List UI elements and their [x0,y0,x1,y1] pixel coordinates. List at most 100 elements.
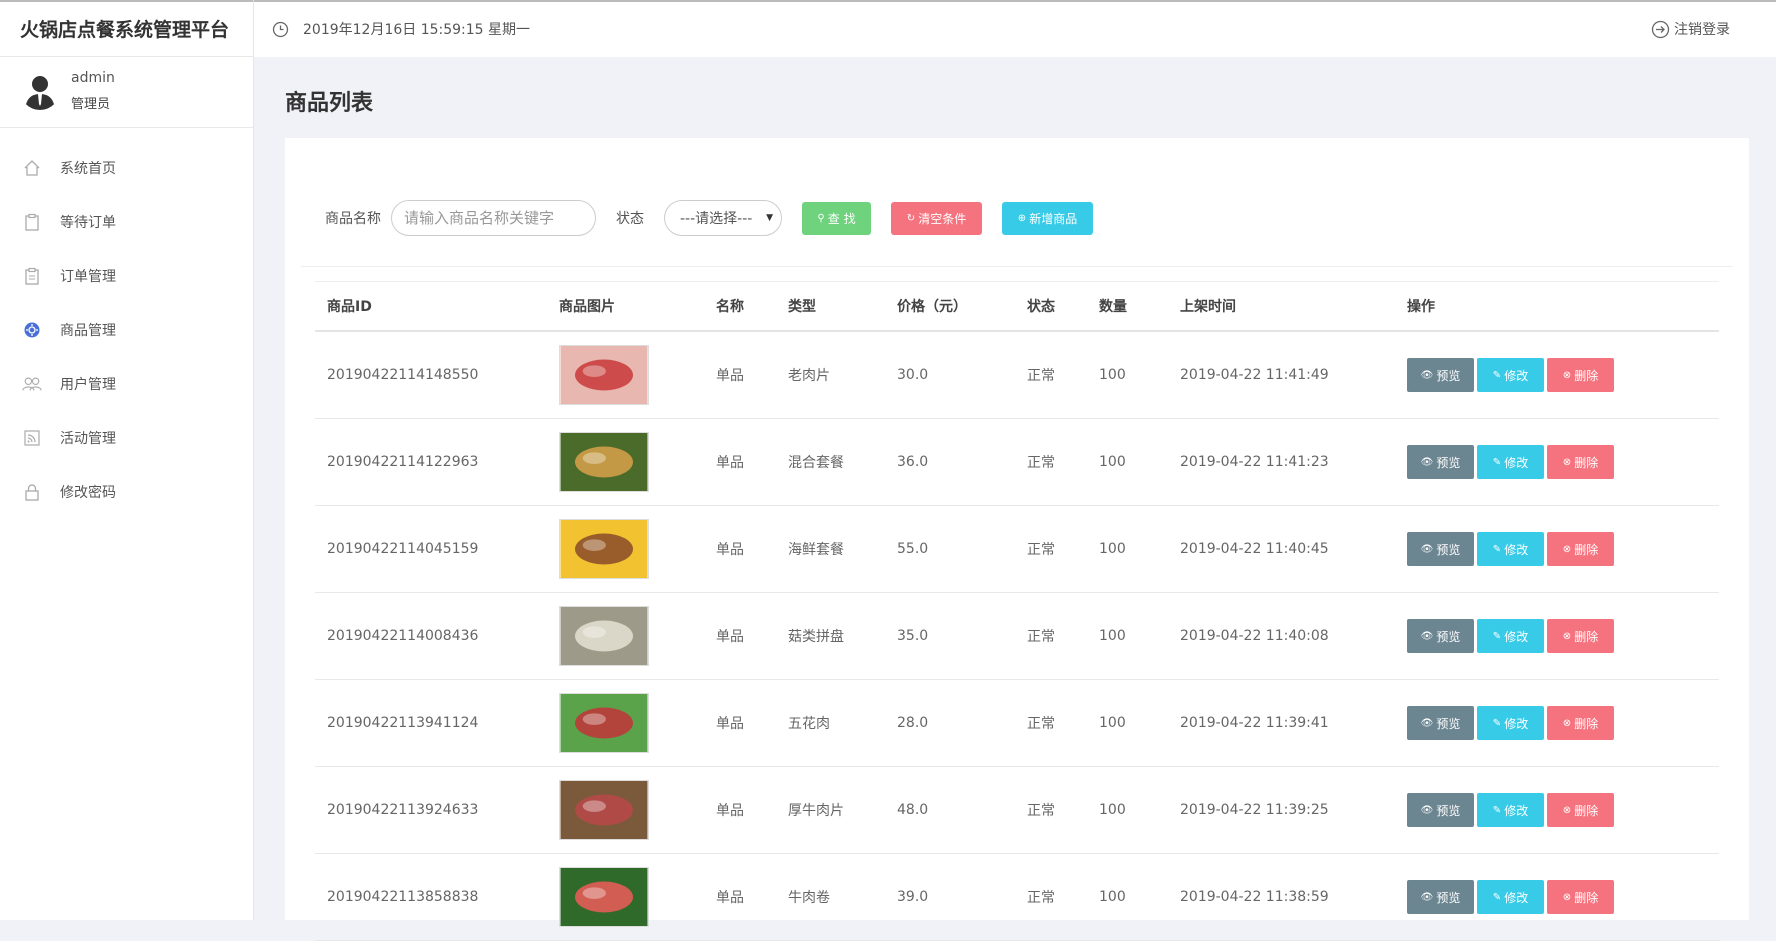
product-image-cell [547,592,704,680]
status-select[interactable]: ---请选择--- ▼ [664,200,782,236]
product-image-cell [547,331,704,419]
edit-button[interactable]: ✎ 修改 [1477,532,1544,566]
delete-label: 删除 [1574,542,1599,557]
app-title: 火锅店点餐系统管理平台 [0,0,253,57]
product-time-cell: 2019-04-22 11:41:23 [1168,418,1395,506]
datetime-text: 2019年12月16日 15:59:15 星期一 [303,22,531,38]
delete-button[interactable]: ⊗ 删除 [1547,793,1614,827]
product-time-cell: 2019-04-22 11:41:49 [1168,331,1395,419]
product-name-cell: 单品 [704,418,776,506]
preview-button[interactable]: 👁 预览 [1407,445,1474,479]
actions-cell: 👁 预览 ✎ 修改 ⊗ 删除 [1395,679,1719,767]
product-id-cell: 20190422113924633 [315,766,547,854]
edit-button[interactable]: ✎ 修改 [1477,706,1544,740]
table-row: 20190422113924633 单品 厚牛肉片 48.0 正常 100 2019-04-… [315,766,1719,854]
preview-button[interactable]: 👁 预览 [1407,619,1474,653]
product-qty-cell: 100 [1087,766,1168,854]
add-product-button[interactable]: ⊕ 新增商品 [1002,201,1093,235]
preview-button[interactable]: 👁 预览 [1407,358,1474,392]
eye-icon: 👁 [1420,804,1434,816]
product-price-cell: 55.0 [885,505,1015,593]
sidebar-item-change-password[interactable]: 修改密码 [0,465,253,519]
product-id-cell: 20190422114045159 [315,505,547,593]
edit-label: 修改 [1504,803,1529,818]
product-name-search-input[interactable] [391,200,596,236]
edit-icon: ✎ [1492,804,1502,816]
product-name-cell: 单品 [704,505,776,593]
delete-button[interactable]: ⊗ 删除 [1547,532,1614,566]
sidebar-item-activity-management[interactable]: 活动管理 [0,411,253,465]
edit-button[interactable]: ✎ 修改 [1477,358,1544,392]
product-price-cell: 35.0 [885,592,1015,680]
product-status-cell: 正常 [1015,679,1087,767]
product-id-cell: 20190422114008436 [315,592,547,680]
preview-button[interactable]: 👁 预览 [1407,793,1474,827]
edit-label: 修改 [1504,890,1529,905]
preview-button[interactable]: 👁 预览 [1407,706,1474,740]
sidebar-item-order-management[interactable]: 订单管理 [0,249,253,303]
sidebar-item-home[interactable]: 系统首页 [0,141,253,195]
table-row: 20190422114008436 单品 菇类拼盘 35.0 正常 100 2019-04-… [315,592,1719,680]
delete-button[interactable]: ⊗ 删除 [1547,880,1614,914]
table-header-row: 商品ID 商品图片 名称 类型 价格（元） 状态 数量 上架时间 操作 [315,281,1719,332]
preview-button[interactable]: 👁 预览 [1407,880,1474,914]
sidebar-item-product-management[interactable]: 商品管理 [0,303,253,357]
preview-button[interactable]: 👁 预览 [1407,532,1474,566]
product-name-cell: 单品 [704,853,776,941]
product-name-cell: 单品 [704,592,776,680]
edit-label: 修改 [1504,368,1529,383]
eye-icon: 👁 [1420,456,1434,468]
top-bar: 2019年12月16日 15:59:15 星期一 注销登录 [254,0,1776,57]
clear-filters-button[interactable]: ↻ 清空条件 [891,201,982,235]
product-status-cell: 正常 [1015,505,1087,593]
product-image-cell [547,853,704,941]
preview-label: 预览 [1436,542,1461,557]
col-header-status: 状态 [1015,281,1087,332]
sidebar-item-user-management[interactable]: 用户管理 [0,357,253,411]
product-thumbnail [559,519,649,579]
product-type-cell: 厚牛肉片 [776,766,885,854]
close-circle-icon: ⊗ [1562,543,1572,555]
search-button[interactable]: ⚲ 查 找 [802,201,871,235]
product-time-cell: 2019-04-22 11:40:45 [1168,505,1395,593]
edit-icon: ✎ [1492,369,1502,381]
close-circle-icon: ⊗ [1562,717,1572,729]
edit-icon: ✎ [1492,891,1502,903]
edit-button[interactable]: ✎ 修改 [1477,445,1544,479]
edit-icon: ✎ [1492,630,1502,642]
product-type-cell: 混合套餐 [776,418,885,506]
sidebar-item-label: 活动管理 [60,431,116,447]
edit-icon: ✎ [1492,717,1502,729]
delete-button[interactable]: ⊗ 删除 [1547,706,1614,740]
edit-button[interactable]: ✎ 修改 [1477,619,1544,653]
clock-icon [272,21,289,38]
product-thumbnail [559,345,649,405]
product-time-cell: 2019-04-22 11:38:59 [1168,853,1395,941]
product-id-cell: 20190422113858838 [315,853,547,941]
sidebar-item-pending-orders[interactable]: 等待订单 [0,195,253,249]
delete-label: 删除 [1574,803,1599,818]
product-image-cell [547,505,704,593]
sidebar-item-label: 等待订单 [60,215,116,231]
product-qty-cell: 100 [1087,331,1168,419]
table-row: 20190422114045159 单品 海鲜套餐 55.0 正常 100 2019-04-… [315,505,1719,593]
edit-button[interactable]: ✎ 修改 [1477,880,1544,914]
user-name: admin [71,70,115,86]
actions-cell: 👁 预览 ✎ 修改 ⊗ 删除 [1395,592,1719,680]
eye-icon: 👁 [1420,630,1434,642]
actions-cell: 👁 预览 ✎ 修改 ⊗ 删除 [1395,505,1719,593]
delete-button[interactable]: ⊗ 删除 [1547,445,1614,479]
sidebar-item-label: 用户管理 [60,377,116,393]
delete-button[interactable]: ⊗ 删除 [1547,619,1614,653]
logout-button[interactable]: 注销登录 [1651,19,1730,39]
product-price-cell: 28.0 [885,679,1015,767]
delete-button[interactable]: ⊗ 删除 [1547,358,1614,392]
product-status-cell: 正常 [1015,418,1087,506]
preview-label: 预览 [1436,629,1461,644]
eye-icon: 👁 [1420,543,1434,555]
product-name-cell: 单品 [704,679,776,767]
product-status-cell: 正常 [1015,592,1087,680]
close-circle-icon: ⊗ [1562,630,1572,642]
edit-button[interactable]: ✎ 修改 [1477,793,1544,827]
plus-circle-icon: ⊕ [1017,212,1027,224]
